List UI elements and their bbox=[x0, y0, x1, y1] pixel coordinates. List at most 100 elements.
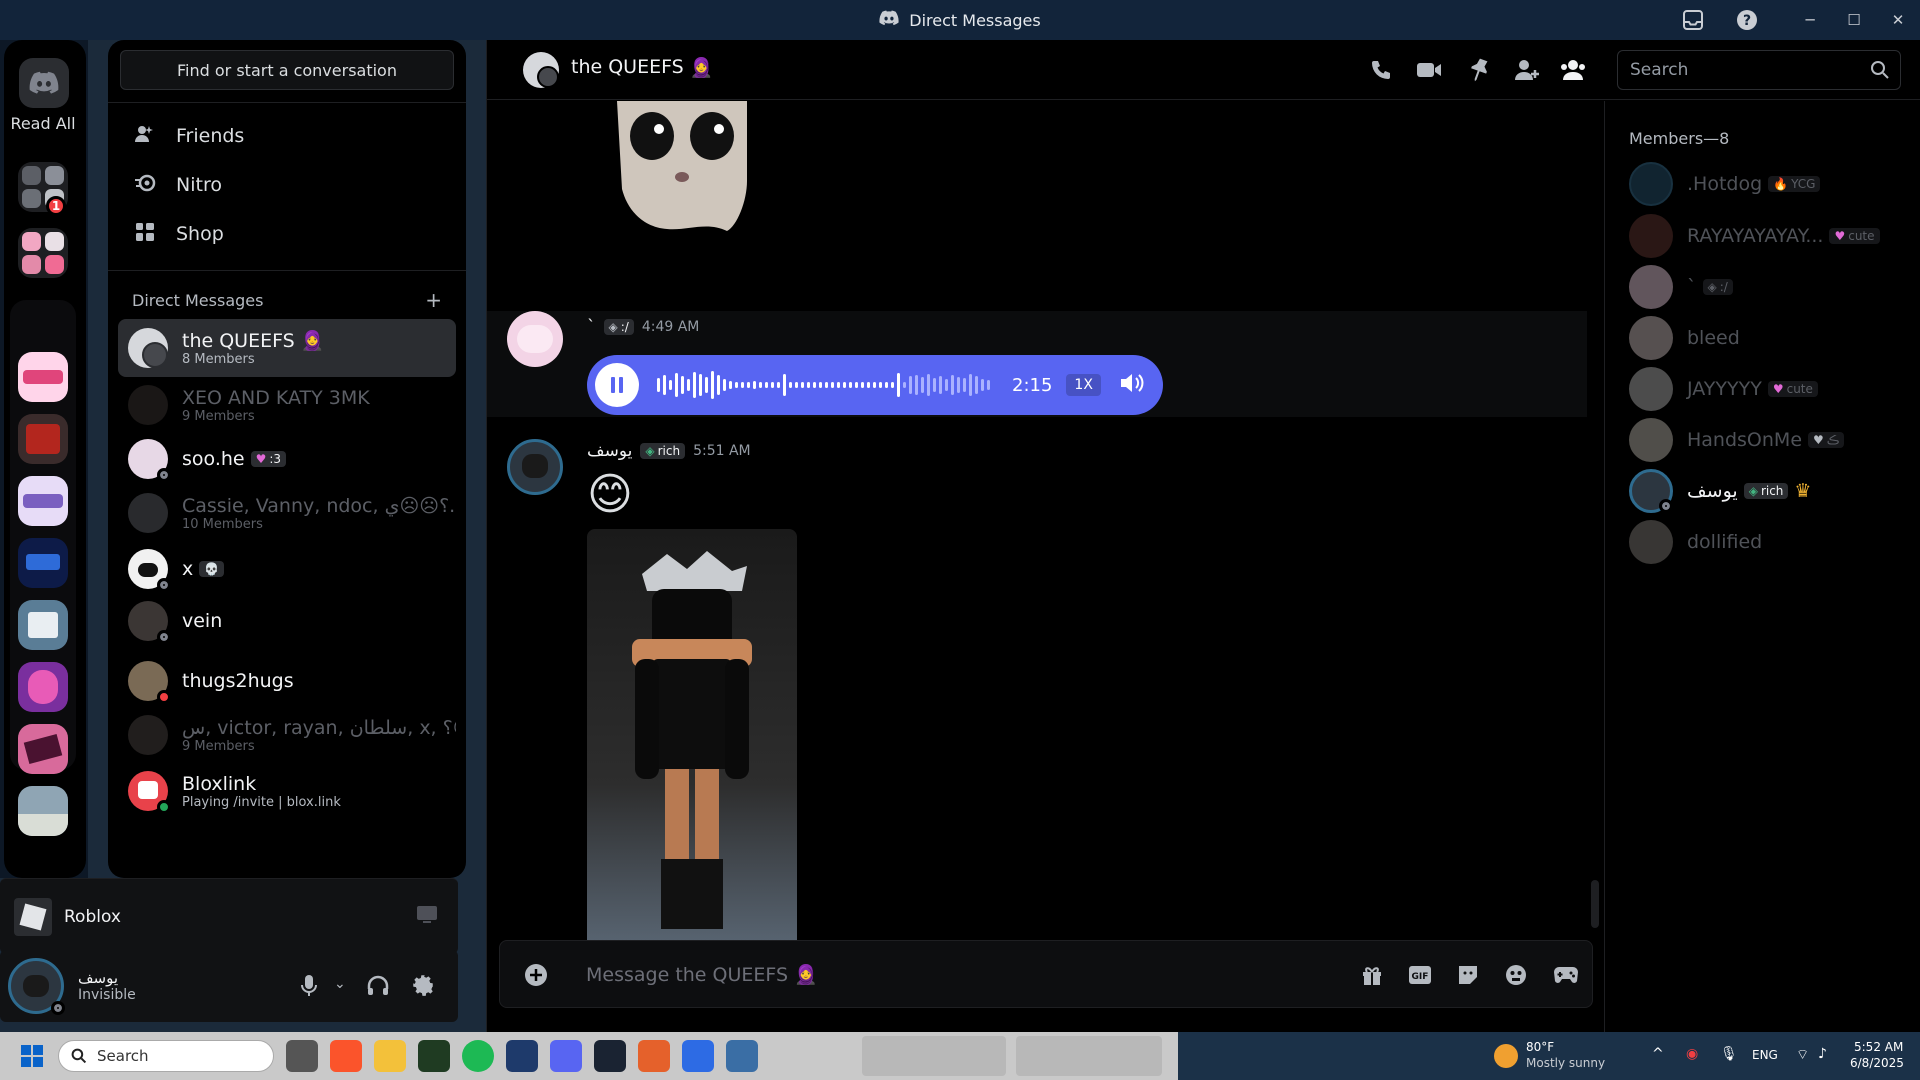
minimize-button[interactable]: ─ bbox=[1788, 0, 1832, 40]
member-item[interactable]: RAYAYAYAYAY... ♥ cute bbox=[1629, 211, 1909, 261]
nav-friends[interactable]: Friends bbox=[120, 114, 454, 158]
file-explorer-icon[interactable] bbox=[374, 1040, 406, 1072]
brave-browser-icon[interactable] bbox=[330, 1040, 362, 1072]
member-item[interactable]: .Hotdog 🔥 YCG bbox=[1629, 159, 1909, 209]
member-tag: ♥ cute bbox=[1767, 381, 1818, 397]
server-folder-pink[interactable] bbox=[18, 228, 68, 278]
dm-item-xeo-and-katy[interactable]: XEO AND KATY 3MK 9 Members bbox=[118, 376, 456, 434]
add-friends-to-dm-icon[interactable] bbox=[1513, 56, 1541, 84]
dm-item-x[interactable]: x 💀 bbox=[118, 540, 456, 598]
server-icon-dan-ffa[interactable] bbox=[18, 600, 68, 650]
waveform-bar bbox=[909, 376, 912, 394]
message-timestamp: 4:49 AM bbox=[641, 319, 700, 335]
app-blue-icon[interactable] bbox=[682, 1040, 714, 1072]
member-item[interactable]: bleed bbox=[1629, 313, 1909, 363]
server-icon-da-hood[interactable] bbox=[18, 538, 68, 588]
message-avatar[interactable] bbox=[507, 439, 563, 495]
microphone-icon[interactable] bbox=[300, 974, 318, 1002]
dm-item-soo-he[interactable]: soo.he ♥:3 bbox=[118, 430, 456, 488]
voice-call-icon[interactable] bbox=[1367, 56, 1395, 84]
headphones-icon[interactable] bbox=[366, 974, 390, 1002]
task-view-icon[interactable] bbox=[286, 1040, 318, 1072]
language-indicator[interactable]: ENG bbox=[1752, 1048, 1778, 1062]
dm-item-cassie-group[interactable]: Cassie, Vanny, ndoc, ؟☹☹ي... 10 Members bbox=[118, 484, 456, 542]
taskbar-window-preview[interactable] bbox=[1016, 1036, 1162, 1076]
waveform-bar bbox=[687, 379, 690, 391]
app-chart-icon[interactable] bbox=[726, 1040, 758, 1072]
create-dm-plus-icon[interactable]: + bbox=[425, 288, 442, 312]
user-tag-text: rich bbox=[657, 444, 681, 458]
clock-time[interactable]: 5:52 AM bbox=[1854, 1040, 1903, 1054]
tray-microphone-icon[interactable]: 🎙 bbox=[1720, 1046, 1738, 1062]
activities-gamepad-icon[interactable] bbox=[1552, 961, 1580, 989]
member-item[interactable]: dollified bbox=[1629, 517, 1909, 567]
voice-waveform[interactable] bbox=[657, 370, 990, 400]
taskbar-search[interactable]: Search bbox=[58, 1040, 274, 1072]
speaker-icon[interactable]: ♪ bbox=[1818, 1046, 1827, 1062]
gif-icon[interactable]: GIF bbox=[1406, 961, 1434, 989]
pinned-messages-icon[interactable] bbox=[1465, 56, 1493, 84]
dm-item-bloxlink[interactable]: Bloxlink Playing /invite | blox.link bbox=[118, 762, 456, 820]
chevron-down-icon[interactable]: ⌄ bbox=[334, 976, 346, 992]
waveform-bar bbox=[759, 382, 762, 388]
member-item[interactable]: JAYYYYY ♥ cute bbox=[1629, 364, 1909, 414]
stream-screen-icon[interactable] bbox=[416, 905, 438, 929]
pause-button[interactable] bbox=[595, 363, 639, 407]
emoji-picker-icon[interactable] bbox=[1502, 961, 1530, 989]
maximize-button[interactable]: ☐ bbox=[1832, 0, 1876, 40]
member-item[interactable]: يوسف ◈ rich ♛ bbox=[1629, 466, 1909, 516]
inbox-icon[interactable] bbox=[1680, 7, 1706, 33]
sticker-image[interactable] bbox=[607, 101, 757, 231]
app-dark-icon[interactable] bbox=[594, 1040, 626, 1072]
member-item[interactable]: ` ◈:/ bbox=[1629, 262, 1909, 312]
member-tag-text: YCG bbox=[1791, 177, 1816, 191]
server-icon-barbie-2[interactable] bbox=[18, 476, 68, 526]
waveform-bar bbox=[753, 381, 756, 389]
message-composer[interactable]: Message the QUEEFS 🧕 GIF bbox=[499, 940, 1593, 1008]
message-author[interactable]: ` bbox=[587, 317, 596, 337]
message-author[interactable]: يوسف bbox=[587, 441, 632, 461]
dm-item-thugs2hugs[interactable]: thugs2hugs bbox=[118, 652, 456, 710]
clock-date[interactable]: 6/8/2025 bbox=[1850, 1056, 1904, 1070]
attach-plus-icon[interactable] bbox=[522, 961, 550, 989]
dm-item-victor-group[interactable]: س, victor, rayan, سلطان, x, ؟☹... 9 Memb… bbox=[118, 706, 456, 764]
find-conversation-button[interactable]: Find or start a conversation bbox=[120, 50, 454, 90]
taskbar-window-preview[interactable] bbox=[862, 1036, 1006, 1076]
member-list-icon[interactable] bbox=[1559, 56, 1587, 84]
volume-icon[interactable] bbox=[1119, 371, 1145, 399]
windows-start-icon[interactable] bbox=[20, 1044, 44, 1072]
close-button[interactable]: ✕ bbox=[1876, 0, 1920, 40]
nav-nitro[interactable]: Nitro bbox=[120, 163, 454, 207]
wifi-icon[interactable]: ⌔ bbox=[1796, 1046, 1809, 1064]
tray-app-icon[interactable]: ◉ bbox=[1686, 1046, 1698, 1062]
discord-taskbar-icon[interactable] bbox=[550, 1040, 582, 1072]
image-attachment[interactable] bbox=[587, 529, 797, 955]
playback-speed-button[interactable]: 1X bbox=[1066, 374, 1101, 396]
sticker-icon[interactable] bbox=[1454, 961, 1482, 989]
search-input[interactable]: Search bbox=[1617, 50, 1901, 90]
server-icon-dn[interactable] bbox=[18, 414, 68, 464]
user-avatar[interactable] bbox=[8, 958, 65, 1015]
nav-shop[interactable]: Shop bbox=[120, 212, 454, 256]
home-button[interactable] bbox=[19, 58, 69, 108]
server-icon-pink[interactable] bbox=[18, 724, 68, 774]
dm-item-vein[interactable]: vein bbox=[118, 592, 456, 650]
server-icon-landscape[interactable] bbox=[18, 786, 68, 836]
tray-chevron-up-icon[interactable]: ^ bbox=[1652, 1046, 1664, 1062]
spotify-icon[interactable] bbox=[462, 1040, 494, 1072]
waves-app-icon[interactable] bbox=[506, 1040, 538, 1072]
server-icon-neon[interactable] bbox=[18, 662, 68, 712]
member-item[interactable]: HandsOnMe ♥ ڪ bbox=[1629, 415, 1909, 465]
settings-gear-icon[interactable] bbox=[410, 972, 436, 1002]
dm-section-header: Direct Messages + bbox=[132, 288, 442, 312]
message-avatar[interactable] bbox=[507, 311, 563, 367]
app-green-icon[interactable] bbox=[418, 1040, 450, 1072]
message-scrollbar[interactable] bbox=[1591, 880, 1599, 928]
help-icon[interactable]: ? bbox=[1734, 7, 1760, 33]
dm-item-the-queefs[interactable]: the QUEEFS 🧕 8 Members bbox=[118, 319, 456, 377]
video-call-icon[interactable] bbox=[1415, 56, 1443, 84]
microphone-app-icon[interactable] bbox=[638, 1040, 670, 1072]
read-all-button[interactable]: Read All bbox=[4, 114, 82, 133]
gift-icon[interactable] bbox=[1358, 961, 1386, 989]
server-icon-barbie[interactable] bbox=[18, 352, 68, 402]
